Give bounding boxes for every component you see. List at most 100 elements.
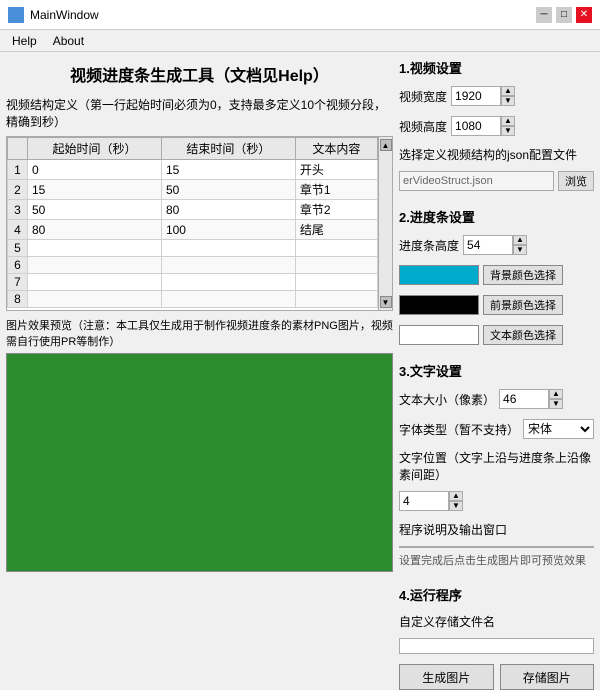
- row-text[interactable]: [295, 291, 377, 308]
- left-panel: 视频进度条生成工具（文档见Help） 视频结构定义（第一行起始时间必须为0，支持…: [6, 58, 393, 572]
- output-textarea[interactable]: [399, 546, 594, 548]
- video-width-label: 视频宽度: [399, 88, 447, 105]
- video-struct-table: 起始时间（秒） 结束时间（秒） 文本内容 1 0 15 开头 2 15 50 章…: [7, 137, 378, 308]
- text-section-title: 3.文字设置: [399, 361, 594, 380]
- text-color-swatch: [399, 325, 479, 345]
- row-start[interactable]: [28, 240, 162, 257]
- text-pos-input[interactable]: [399, 491, 449, 511]
- video-height-row: 视频高度 ▲ ▼: [399, 116, 594, 136]
- action-buttons: 生成图片 存储图片: [399, 664, 594, 690]
- font-type-select[interactable]: 宋体: [523, 419, 594, 439]
- row-text[interactable]: [295, 257, 377, 274]
- progress-height-label: 进度条高度: [399, 237, 459, 254]
- progress-height-down[interactable]: ▼: [513, 245, 527, 255]
- video-width-spinner: ▲ ▼: [451, 86, 515, 106]
- row-text[interactable]: 章节2: [295, 200, 377, 220]
- table-scrollbar[interactable]: ▲ ▼: [378, 137, 392, 310]
- bg-color-button[interactable]: 背景颜色选择: [483, 265, 563, 285]
- text-pos-up[interactable]: ▲: [449, 491, 463, 501]
- row-text[interactable]: [295, 240, 377, 257]
- font-size-down[interactable]: ▼: [549, 399, 563, 409]
- row-start[interactable]: [28, 291, 162, 308]
- font-size-input[interactable]: [499, 389, 549, 409]
- fg-color-swatch: [399, 295, 479, 315]
- row-end[interactable]: [161, 240, 295, 257]
- table-row: 7: [8, 274, 378, 291]
- video-width-input[interactable]: [451, 86, 501, 106]
- row-end[interactable]: 15: [161, 160, 295, 180]
- font-size-up[interactable]: ▲: [549, 389, 563, 399]
- row-start[interactable]: [28, 274, 162, 291]
- minimize-button[interactable]: ─: [536, 7, 552, 23]
- progress-height-up[interactable]: ▲: [513, 235, 527, 245]
- text-pos-label: 文字位置（文字上沿与进度条上沿像素间距）: [399, 449, 594, 483]
- row-num: 2: [8, 180, 28, 200]
- video-height-down[interactable]: ▼: [501, 126, 515, 136]
- col-text: 文本内容: [295, 138, 377, 160]
- row-text[interactable]: 章节1: [295, 180, 377, 200]
- font-type-label: 字体类型（暂不支持）: [399, 421, 519, 438]
- video-width-row: 视频宽度 ▲ ▼: [399, 86, 594, 106]
- save-filename-input[interactable]: [399, 638, 594, 654]
- font-type-row: 字体类型（暂不支持） 宋体: [399, 419, 594, 439]
- row-end[interactable]: [161, 274, 295, 291]
- row-text[interactable]: 开头: [295, 160, 377, 180]
- menu-bar: Help About: [0, 30, 600, 52]
- row-num: 5: [8, 240, 28, 257]
- font-size-label: 文本大小（像素）: [399, 391, 495, 408]
- row-num: 7: [8, 274, 28, 291]
- text-pos-down[interactable]: ▼: [449, 501, 463, 511]
- table-inner: 起始时间（秒） 结束时间（秒） 文本内容 1 0 15 开头 2 15 50 章…: [7, 137, 378, 310]
- progress-height-row: 进度条高度 ▲ ▼: [399, 235, 594, 255]
- video-width-up[interactable]: ▲: [501, 86, 515, 96]
- generate-button[interactable]: 生成图片: [399, 664, 494, 690]
- row-end[interactable]: [161, 257, 295, 274]
- video-height-up[interactable]: ▲: [501, 116, 515, 126]
- row-start[interactable]: 0: [28, 160, 162, 180]
- row-start[interactable]: [28, 257, 162, 274]
- fg-color-row: 前景颜色选择: [399, 295, 594, 315]
- video-height-input[interactable]: [451, 116, 501, 136]
- text-pos-spinner: ▲ ▼: [399, 491, 463, 511]
- browse-button[interactable]: 浏览: [558, 171, 594, 191]
- row-end[interactable]: 50: [161, 180, 295, 200]
- window-controls: ─ □ ✕: [536, 7, 592, 23]
- table-section-label: 视频结构定义（第一行起始时间必须为0，支持最多定义10个视频分段，精确到秒）: [6, 96, 393, 130]
- menu-about[interactable]: About: [45, 32, 92, 50]
- table-row: 1 0 15 开头: [8, 160, 378, 180]
- close-button[interactable]: ✕: [576, 7, 592, 23]
- page-title: 视频进度条生成工具（文档见Help）: [6, 58, 393, 92]
- table-row: 6: [8, 257, 378, 274]
- row-end[interactable]: 100: [161, 220, 295, 240]
- bg-color-row: 背景颜色选择: [399, 265, 594, 285]
- row-num: 6: [8, 257, 28, 274]
- json-label: 选择定义视频结构的json配置文件: [399, 146, 594, 163]
- maximize-button[interactable]: □: [556, 7, 572, 23]
- table-row: 2 15 50 章节1: [8, 180, 378, 200]
- table-row: 8: [8, 291, 378, 308]
- table-row: 4 80 100 结尾: [8, 220, 378, 240]
- menu-help[interactable]: Help: [4, 32, 45, 50]
- row-start[interactable]: 15: [28, 180, 162, 200]
- row-end[interactable]: [161, 291, 295, 308]
- row-end[interactable]: 80: [161, 200, 295, 220]
- progress-height-input[interactable]: [463, 235, 513, 255]
- row-text[interactable]: [295, 274, 377, 291]
- video-width-down[interactable]: ▼: [501, 96, 515, 106]
- progress-height-spinner: ▲ ▼: [463, 235, 527, 255]
- row-start[interactable]: 50: [28, 200, 162, 220]
- json-file-input[interactable]: [399, 171, 554, 191]
- col-start: 起始时间（秒）: [28, 138, 162, 160]
- window-title: MainWindow: [30, 8, 536, 22]
- col-end: 结束时间（秒）: [161, 138, 295, 160]
- bg-color-swatch: [399, 265, 479, 285]
- text-color-row: 文本颜色选择: [399, 325, 594, 345]
- row-text[interactable]: 结尾: [295, 220, 377, 240]
- text-pos-row: ▲ ▼: [399, 491, 594, 511]
- main-content: 视频进度条生成工具（文档见Help） 视频结构定义（第一行起始时间必须为0，支持…: [0, 52, 600, 578]
- preview-label: 图片效果预览（注意：本工具仅生成用于制作视频进度条的素材PNG图片，视频需自行使…: [6, 317, 393, 349]
- text-color-button[interactable]: 文本颜色选择: [483, 325, 563, 345]
- fg-color-button[interactable]: 前景颜色选择: [483, 295, 563, 315]
- row-start[interactable]: 80: [28, 220, 162, 240]
- save-button[interactable]: 存储图片: [500, 664, 595, 690]
